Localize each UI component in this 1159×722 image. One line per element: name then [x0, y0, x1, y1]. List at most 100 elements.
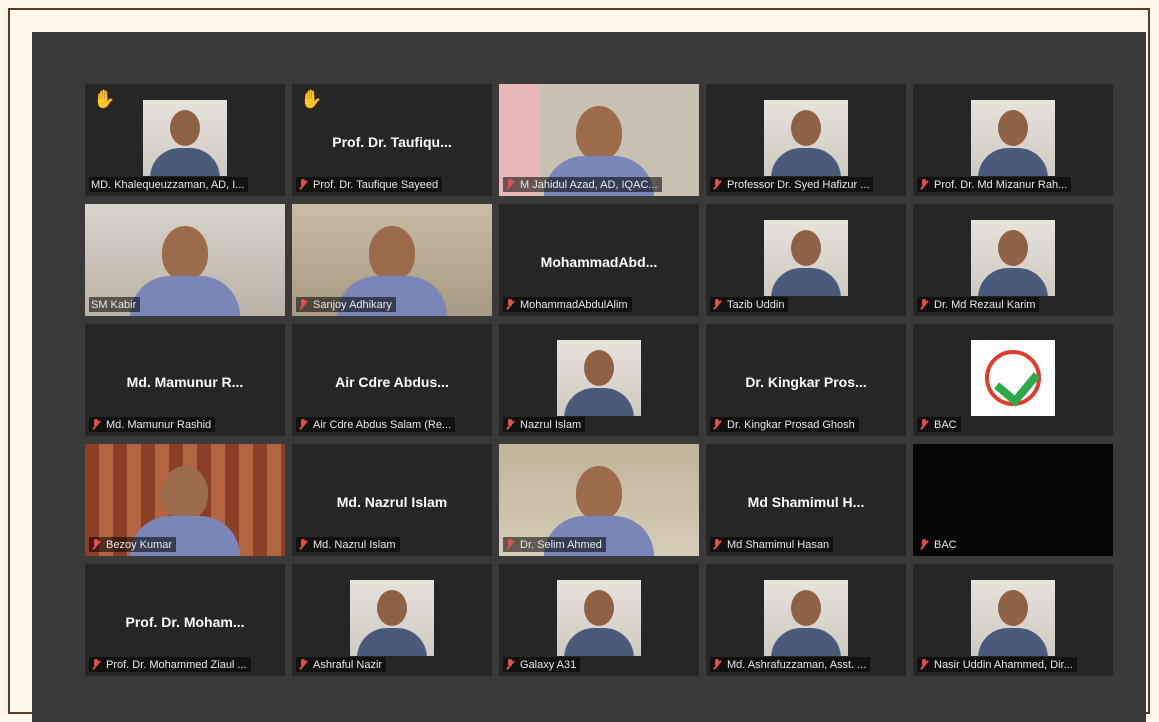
profile-photo — [971, 100, 1055, 176]
participant-tile[interactable]: Nazrul Islam — [499, 324, 699, 436]
mic-muted-icon — [298, 539, 308, 550]
participant-tile[interactable]: MohammadAbd... MohammadAbdulAlim — [499, 204, 699, 316]
participant-name: Prof. Dr. Md Mizanur Rah... — [934, 178, 1068, 191]
head-shape — [369, 226, 415, 280]
body-shape — [564, 628, 634, 656]
participant-name: Nasir Uddin Ahammed, Dir... — [934, 658, 1073, 671]
participant-tile[interactable]: Sanjoy Adhikary — [292, 204, 492, 316]
participant-name: BAC — [934, 538, 957, 551]
participant-name-label: Nasir Uddin Ahammed, Dir... — [917, 657, 1077, 672]
participant-name-label: Dr. Selim Ahmed — [503, 537, 606, 552]
participant-tile[interactable]: BAC — [913, 324, 1113, 436]
participant-tile[interactable]: Galaxy A31 — [499, 564, 699, 676]
mic-muted-icon — [505, 659, 515, 670]
head-shape — [998, 230, 1028, 266]
participant-name-label: MD. Khalequeuzzaman, AD, I... — [89, 177, 249, 192]
participant-tile[interactable]: Ashraful Nazir — [292, 564, 492, 676]
participant-tile[interactable]: Md. Ashrafuzzaman, Asst. ... — [706, 564, 906, 676]
participant-tile[interactable]: SM Kabir — [85, 204, 285, 316]
article-frame: ✋ MD. Khalequeuzzaman, AD, I... Prof. Dr. … — [8, 8, 1150, 722]
mic-muted-icon — [91, 419, 101, 430]
profile-photo — [764, 220, 848, 296]
participant-tile[interactable]: M Jahidul Azad, AD, IQAC... — [499, 84, 699, 196]
participant-tile[interactable]: BAC — [913, 444, 1113, 556]
participant-tile[interactable]: Prof. Dr. Md Mizanur Rah... — [913, 84, 1113, 196]
participant-name: Air Cdre Abdus Salam (Re... — [313, 418, 452, 431]
participant-name-label: Md Shamimul Hasan — [710, 537, 834, 552]
participant-name: Prof. Dr. Mohammed Ziaul ... — [106, 658, 247, 671]
mic-muted-icon — [919, 179, 929, 190]
participant-tile[interactable]: ✋ MD. Khalequeuzzaman, AD, I... — [85, 84, 285, 196]
body-shape — [130, 276, 240, 316]
participant-display-name: MohammadAbd... — [540, 254, 658, 270]
participant-tile[interactable]: Bezoy Kumar — [85, 444, 285, 556]
participant-name: Tazib Uddin — [727, 298, 785, 311]
participant-tile[interactable]: Dr. Kingkar Pros... Dr. Kingkar Prosad Gh… — [706, 324, 906, 436]
participant-tile[interactable]: Prof. Dr. Moham... Prof. Dr. Mohammed Zia… — [85, 564, 285, 676]
head-shape — [162, 466, 208, 520]
participant-tile[interactable]: Air Cdre Abdus... Air Cdre Abdus Salam (R… — [292, 324, 492, 436]
participant-tile[interactable]: Prof. Dr. Taufiqu... ✋ Prof. Dr. Taufique … — [292, 84, 492, 196]
participant-name-label: Prof. Dr. Taufique Sayeed — [296, 177, 443, 192]
participant-tile[interactable]: Dr. Selim Ahmed — [499, 444, 699, 556]
participant-name-label: Ashraful Nazir — [296, 657, 387, 672]
body-shape — [978, 628, 1048, 656]
profile-photo — [557, 580, 641, 656]
mic-muted-icon — [298, 179, 308, 190]
participant-display-name: Md Shamimul H... — [747, 494, 865, 510]
participant-display-name: Dr. Kingkar Pros... — [745, 374, 867, 390]
participant-name: Md. Mamunur Rashid — [106, 418, 212, 431]
participant-name-label: Prof. Dr. Md Mizanur Rah... — [917, 177, 1072, 192]
participant-name: MD. Khalequeuzzaman, AD, I... — [91, 178, 245, 191]
participant-name: Prof. Dr. Taufique Sayeed — [313, 178, 439, 191]
head-shape — [584, 350, 614, 386]
participant-tile[interactable]: Dr. Md Rezaul Karim — [913, 204, 1113, 316]
head-shape — [576, 106, 622, 160]
participant-name-label: BAC — [917, 537, 961, 552]
participant-tile[interactable]: Tazib Uddin — [706, 204, 906, 316]
participant-name-label: Dr. Md Rezaul Karim — [917, 297, 1040, 312]
profile-photo — [971, 580, 1055, 656]
head-shape — [170, 110, 200, 146]
head-shape — [998, 110, 1028, 146]
participant-name-label: Air Cdre Abdus Salam (Re... — [296, 417, 456, 432]
mic-muted-icon — [91, 659, 101, 670]
profile-photo — [764, 580, 848, 656]
mic-muted-icon — [505, 299, 515, 310]
participant-name-label: Bezoy Kumar — [89, 537, 177, 552]
participant-tile[interactable]: Nasir Uddin Ahammed, Dir... — [913, 564, 1113, 676]
head-shape — [791, 590, 821, 626]
participant-name: Dr. Md Rezaul Karim — [934, 298, 1036, 311]
logo-icon — [985, 350, 1041, 407]
raised-hand-icon: ✋ — [93, 89, 116, 109]
mic-muted-icon — [919, 539, 929, 550]
mic-muted-icon — [298, 419, 308, 430]
participant-name: Dr. Kingkar Prosad Ghosh — [727, 418, 855, 431]
mic-muted-icon — [919, 419, 929, 430]
participant-grid: ✋ MD. Khalequeuzzaman, AD, I... Prof. Dr. … — [85, 84, 1113, 676]
participant-name-label: SM Kabir — [89, 297, 141, 312]
participant-name-label: Dr. Kingkar Prosad Ghosh — [710, 417, 859, 432]
participant-name: Md. Nazrul Islam — [313, 538, 396, 551]
mic-muted-icon — [919, 659, 929, 670]
participant-name: Ashraful Nazir — [313, 658, 383, 671]
body-shape — [771, 148, 841, 176]
body-shape — [150, 148, 220, 176]
participant-name: BAC — [934, 418, 957, 431]
participant-name: Dr. Selim Ahmed — [520, 538, 602, 551]
participant-tile[interactable]: Md Shamimul H... Md Shamimul Hasan — [706, 444, 906, 556]
participant-tile[interactable]: Md. Mamunur R... Md. Mamunur Rashid — [85, 324, 285, 436]
body-shape — [978, 148, 1048, 176]
mic-muted-icon — [919, 299, 929, 310]
participant-name-label: BAC — [917, 417, 961, 432]
participant-tile[interactable]: Md. Nazrul Islam Md. Nazrul Islam — [292, 444, 492, 556]
participant-name-label: M Jahidul Azad, AD, IQAC... — [503, 177, 662, 192]
participant-display-name: Md. Mamunur R... — [126, 374, 244, 390]
mic-muted-icon — [298, 299, 308, 310]
participant-name-label: Md. Mamunur Rashid — [89, 417, 216, 432]
participant-tile[interactable]: Professor Dr. Syed Hafizur ... — [706, 84, 906, 196]
participant-name-label: Md. Nazrul Islam — [296, 537, 400, 552]
mic-muted-icon — [712, 299, 722, 310]
mic-muted-icon — [712, 419, 722, 430]
head-shape — [791, 230, 821, 266]
